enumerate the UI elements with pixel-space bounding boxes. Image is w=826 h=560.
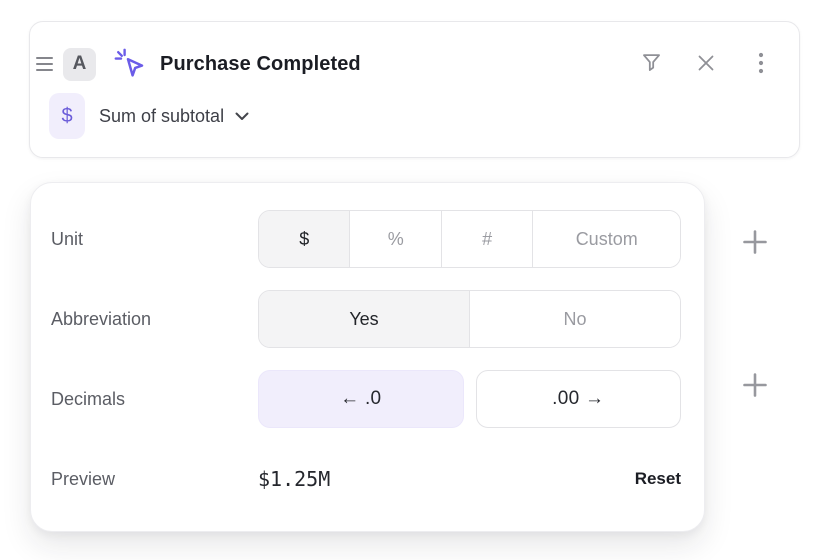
event-card-actions	[637, 50, 775, 78]
event-letter-badge: A	[63, 48, 96, 81]
event-card: A Purchase Completed	[29, 21, 800, 158]
abbreviation-segmented-control: Yes No	[258, 290, 681, 348]
add-event-button[interactable]	[740, 371, 770, 401]
abbreviation-label: Abbreviation	[51, 309, 258, 330]
kebab-menu-icon	[758, 52, 764, 77]
number-format-panel: Unit $ % # Custom Abbreviation Yes No De…	[30, 182, 705, 532]
remove-event-button[interactable]	[692, 50, 720, 78]
decimals-label: Decimals	[51, 389, 258, 410]
filter-button[interactable]	[637, 50, 665, 78]
decimals-controls: ← .0 .00 →	[258, 370, 681, 428]
unit-segmented-control: $ % # Custom	[258, 210, 681, 268]
abbreviation-row: Abbreviation Yes No	[51, 290, 681, 348]
reset-button[interactable]: Reset	[635, 469, 681, 489]
metric-select[interactable]: Sum of subtotal	[99, 106, 249, 127]
preview-row: Preview $1.25M Reset	[51, 450, 681, 508]
metric-select-label: Sum of subtotal	[99, 106, 224, 127]
close-icon	[696, 53, 716, 76]
currency-unit-badge: $	[49, 93, 85, 139]
unit-option-dollar[interactable]: $	[259, 211, 349, 267]
unit-option-percent[interactable]: %	[349, 211, 440, 267]
increase-decimals-button[interactable]: .00 →	[476, 370, 682, 428]
unit-label: Unit	[51, 229, 258, 250]
event-card-header: A Purchase Completed	[36, 44, 775, 84]
decimals-row: Decimals ← .0 .00 →	[51, 370, 681, 428]
abbreviation-option-yes[interactable]: Yes	[259, 291, 469, 347]
plus-icon	[742, 372, 768, 401]
unit-option-number[interactable]: #	[441, 211, 532, 267]
more-options-button[interactable]	[747, 50, 775, 78]
plus-icon	[742, 229, 768, 258]
filter-funnel-icon	[641, 52, 662, 76]
unit-option-custom[interactable]: Custom	[532, 211, 680, 267]
chevron-down-icon	[235, 109, 249, 124]
preview-label: Preview	[51, 469, 258, 490]
event-title[interactable]: Purchase Completed	[160, 53, 361, 76]
unit-row: Unit $ % # Custom	[51, 210, 681, 268]
add-metric-button[interactable]	[740, 228, 770, 258]
decrease-decimals-button[interactable]: ← .0	[258, 370, 464, 428]
metric-row: $ Sum of subtotal	[49, 93, 249, 139]
cursor-click-icon	[111, 45, 149, 83]
drag-handle-icon[interactable]	[36, 56, 56, 72]
abbreviation-option-no[interactable]: No	[469, 291, 680, 347]
preview-value: $1.25M	[258, 467, 330, 491]
metric-editor-canvas: A Purchase Completed	[0, 0, 826, 560]
